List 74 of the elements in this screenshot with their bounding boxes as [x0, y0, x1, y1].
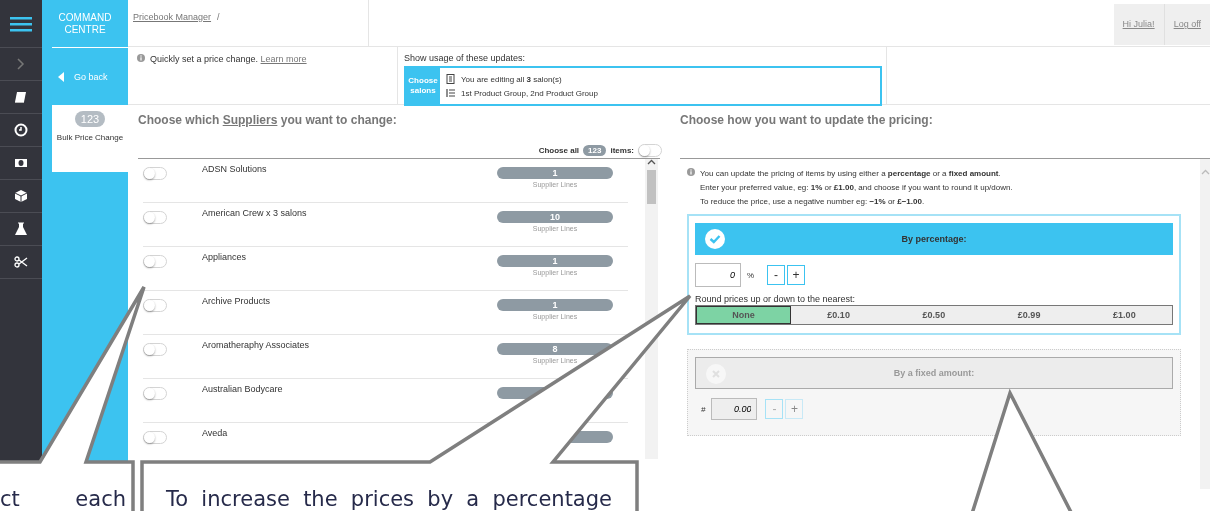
check-circle-icon — [705, 229, 725, 249]
count-bar: 8 — [497, 343, 613, 355]
option-header[interactable]: By percentage: — [695, 223, 1173, 255]
supplier-name: Australian Bodycare — [202, 384, 284, 396]
info-icon — [137, 54, 145, 62]
count-bar: 1 — [497, 255, 613, 267]
count-bar: 1 — [497, 299, 613, 311]
greeting-link[interactable]: Hi Julia! — [1113, 4, 1164, 45]
rounding-option[interactable]: None — [696, 306, 791, 324]
minus-button[interactable]: - — [767, 265, 785, 285]
value-field[interactable]: 0 — [695, 263, 741, 287]
supplier-name: Aromatheraphy Associates — [202, 340, 311, 352]
toggle-switch[interactable] — [143, 431, 167, 444]
list-icon — [446, 88, 455, 98]
supplier-name: Aveda — [202, 428, 229, 440]
info-text: To reduce the price, use a negative number eg: −1% or £−1.00. — [700, 196, 925, 208]
toggle-switch[interactable] — [143, 299, 167, 312]
breadcrumb-separator: / — [217, 12, 220, 22]
toggle-switch[interactable] — [638, 143, 662, 157]
usage-line: 1st Product Group, 2nd Product Group — [461, 88, 598, 98]
unit-symbol: # — [701, 404, 706, 414]
choose-all-label: Choose all — [538, 145, 580, 155]
count-badge: 123 — [583, 144, 607, 156]
scrollbar-thumb[interactable] — [647, 170, 656, 204]
breadcrumb-link[interactable]: Pricebook Manager — [133, 12, 212, 22]
box-icon[interactable] — [14, 189, 28, 203]
usage-line: You are editing all 3 salon(s) — [461, 74, 562, 84]
count-bar: 10 — [497, 211, 613, 223]
plus-button[interactable]: + — [787, 265, 805, 285]
supplier-name: Appliances — [202, 252, 248, 264]
scrollbar[interactable] — [645, 159, 658, 459]
section-label: Bulk Price Change — [56, 133, 124, 142]
suppliers-link[interactable]: Suppliers — [222, 113, 278, 127]
info-text: Enter your preferred value, eg: 1% or £1.00, and choose if you want to round it up/down. — [700, 182, 1013, 194]
clock-icon[interactable] — [14, 123, 28, 137]
flask-icon[interactable] — [14, 222, 28, 236]
triangle-left-icon — [58, 71, 64, 82]
app-title: COMMAND CENTRE — [42, 0, 128, 47]
rounding-option[interactable]: £0.10 — [791, 306, 887, 324]
items-label: items: — [610, 145, 634, 155]
banknote-icon[interactable] — [14, 156, 28, 170]
count-bar: 1 — [497, 167, 613, 179]
caret-up-icon[interactable] — [647, 159, 656, 165]
toggle-switch[interactable] — [143, 343, 167, 356]
menu-icon[interactable] — [10, 15, 32, 32]
usage-title: Show usage of these updates: — [404, 53, 527, 63]
plus-button[interactable]: + — [785, 399, 804, 419]
toggle-switch[interactable] — [143, 211, 167, 224]
scissors-icon[interactable] — [14, 255, 28, 269]
info-text: You can update the pricing of items by using either a percentage or a fixed amount. — [700, 168, 1001, 180]
building-icon — [446, 74, 455, 84]
rounding-option[interactable]: £0.99 — [981, 306, 1077, 324]
rounding-label: Round prices up or down to the nearest: — [695, 294, 857, 304]
toggle-switch[interactable] — [143, 387, 167, 400]
unit-symbol: % — [747, 270, 756, 280]
callout-text: ct each — [0, 488, 126, 510]
scrollbar[interactable] — [1200, 159, 1210, 489]
count-badge: 123 — [74, 111, 106, 127]
supplier-name: ADSN Solutions — [202, 164, 268, 176]
panel-heading: Choose which Suppliers you want to change: — [138, 112, 398, 129]
book-icon[interactable] — [14, 90, 28, 104]
learn-more-link[interactable]: Learn more — [260, 54, 307, 64]
rounding-option[interactable]: £1.00 — [1076, 306, 1172, 324]
toggle-switch[interactable] — [143, 167, 167, 180]
logout-link[interactable]: Log off — [1163, 4, 1210, 45]
info-icon — [687, 168, 695, 176]
callout-text: To increase the prices by a percentage — [166, 488, 612, 510]
panel-heading: Choose how you want to update the pricing: — [680, 112, 934, 129]
info-text: Quickly set a price change. Learn more — [150, 54, 307, 64]
supplier-name: American Crew x 3 salons — [202, 208, 308, 220]
supplier-name: Archive Products — [202, 296, 272, 308]
value-field[interactable]: 0.00 — [711, 398, 758, 420]
toggle-switch[interactable] — [143, 255, 167, 268]
rounding-option[interactable]: £0.50 — [886, 306, 982, 324]
